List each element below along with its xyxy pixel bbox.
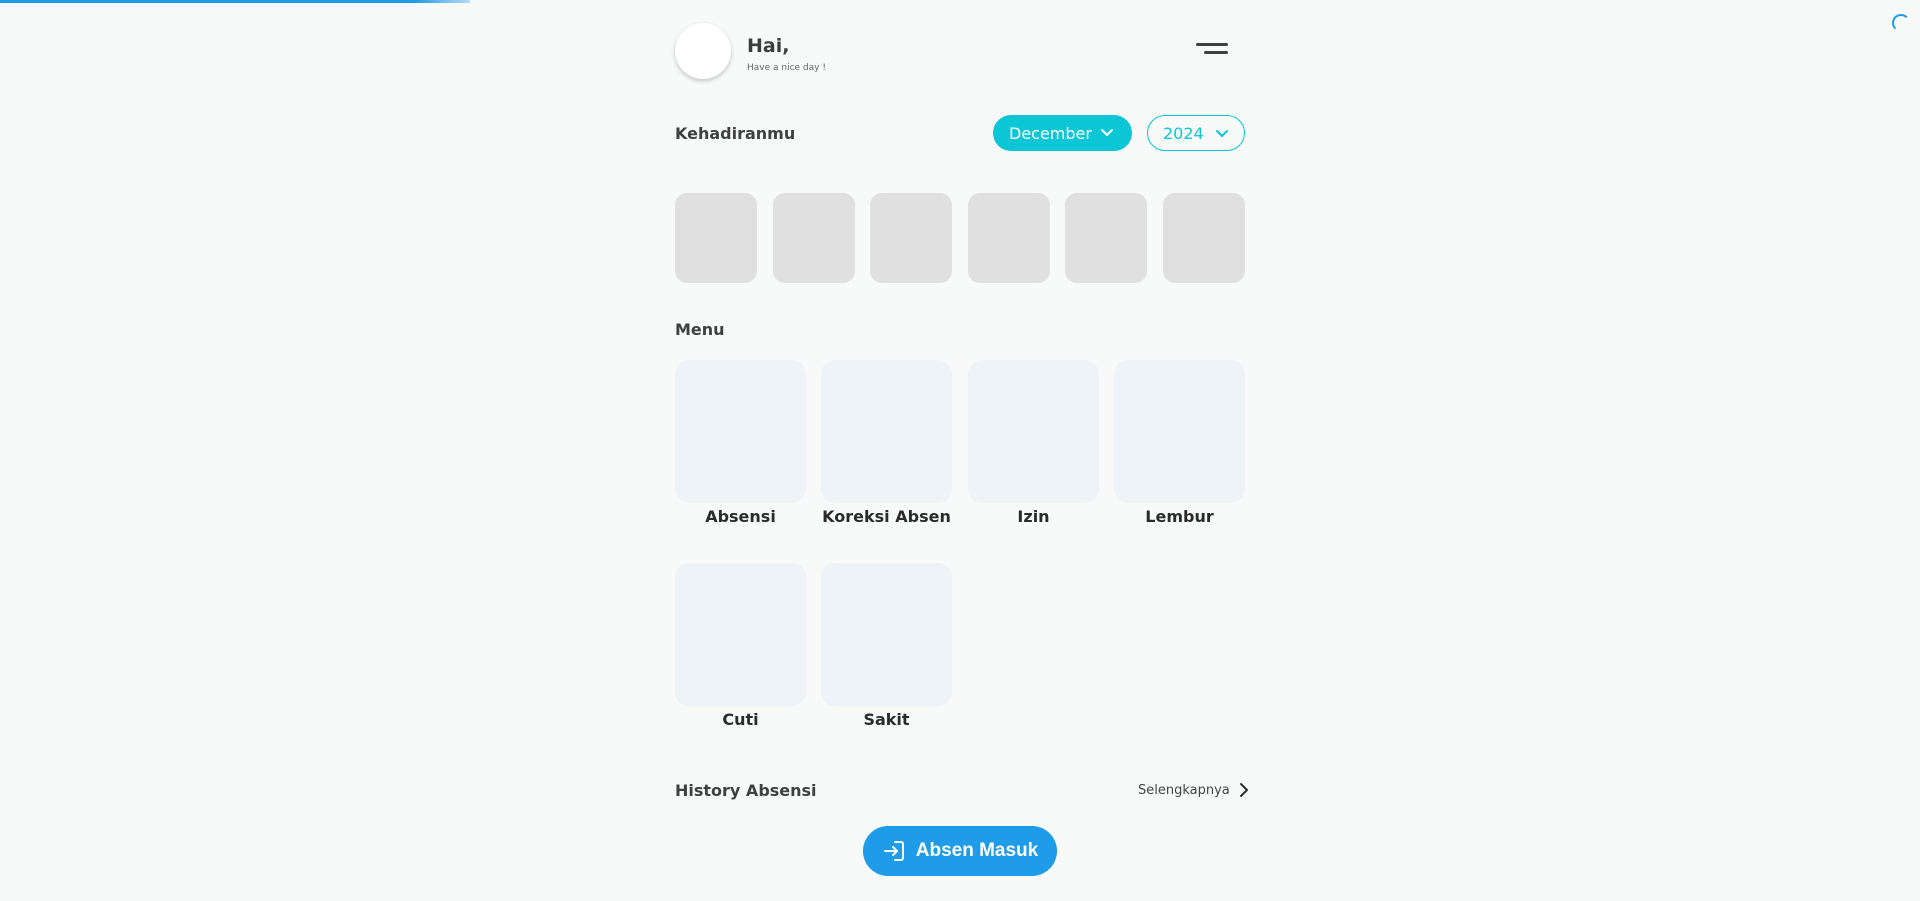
- greeting-subtitle: Have a nice day !: [747, 63, 826, 73]
- month-select[interactable]: December: [993, 115, 1132, 151]
- loading-spinner-icon: [1892, 14, 1910, 32]
- menu-card: [821, 360, 952, 503]
- menu-card: [821, 563, 952, 706]
- chevron-down-icon: [1216, 130, 1228, 137]
- menu-title: Menu: [675, 320, 725, 339]
- menu-item-label: Sakit: [863, 710, 910, 729]
- greeting-title: Hai,: [747, 35, 790, 57]
- menu-item-label: Lembur: [1145, 507, 1214, 526]
- menu-item-absensi[interactable]: Absensi: [675, 360, 806, 526]
- menu-item-label: Izin: [1017, 507, 1050, 526]
- menu-item-sakit[interactable]: Sakit: [821, 563, 952, 729]
- menu-item-lembur[interactable]: Lembur: [1114, 360, 1245, 526]
- menu-card: [968, 360, 1099, 503]
- menu-item-koreksi-absen[interactable]: Koreksi Absen: [821, 360, 952, 526]
- attendance-card-skeleton: [772, 193, 855, 283]
- menu-item-label: Koreksi Absen: [822, 507, 951, 526]
- chevron-right-icon: [1239, 783, 1248, 797]
- attendance-card-skeleton: [870, 193, 953, 283]
- attendance-title: Kehadiranmu: [675, 124, 796, 143]
- menu-card: [1114, 360, 1245, 503]
- menu-item-izin[interactable]: Izin: [968, 360, 1099, 526]
- see-more-label: Selengkapnya: [1138, 782, 1230, 798]
- header: Hai, Have a nice day !: [675, 23, 1245, 81]
- attendance-card-skeleton: [675, 193, 757, 283]
- year-select[interactable]: 2024: [1147, 115, 1245, 151]
- absen-masuk-label: Absen Masuk: [915, 840, 1039, 861]
- attendance-card-skeleton: [967, 193, 1050, 283]
- attendance-summary-row: [675, 193, 1245, 283]
- menu-card: [675, 563, 806, 706]
- attendance-card-skeleton: [1162, 193, 1245, 283]
- menu-item-label: Cuti: [722, 710, 759, 729]
- see-more-link[interactable]: Selengkapnya: [1138, 782, 1252, 798]
- avatar[interactable]: [675, 23, 731, 79]
- menu-item-cuti[interactable]: Cuti: [675, 563, 806, 729]
- main-container: Hai, Have a nice day ! Kehadiranmu Decem…: [675, 0, 1248, 901]
- month-select-value: December: [1009, 123, 1092, 143]
- menu-card: [675, 360, 806, 503]
- login-icon: [883, 841, 904, 861]
- hamburger-icon[interactable]: [1196, 43, 1232, 59]
- year-select-value: 2024: [1163, 123, 1204, 143]
- chevron-down-icon: [1101, 129, 1113, 136]
- attendance-card-skeleton: [1065, 193, 1148, 283]
- menu-item-label: Absensi: [705, 507, 776, 526]
- absen-masuk-button[interactable]: Absen Masuk: [863, 826, 1057, 876]
- history-title: History Absensi: [675, 781, 817, 800]
- page-loading-progress-bar: [0, 0, 471, 3]
